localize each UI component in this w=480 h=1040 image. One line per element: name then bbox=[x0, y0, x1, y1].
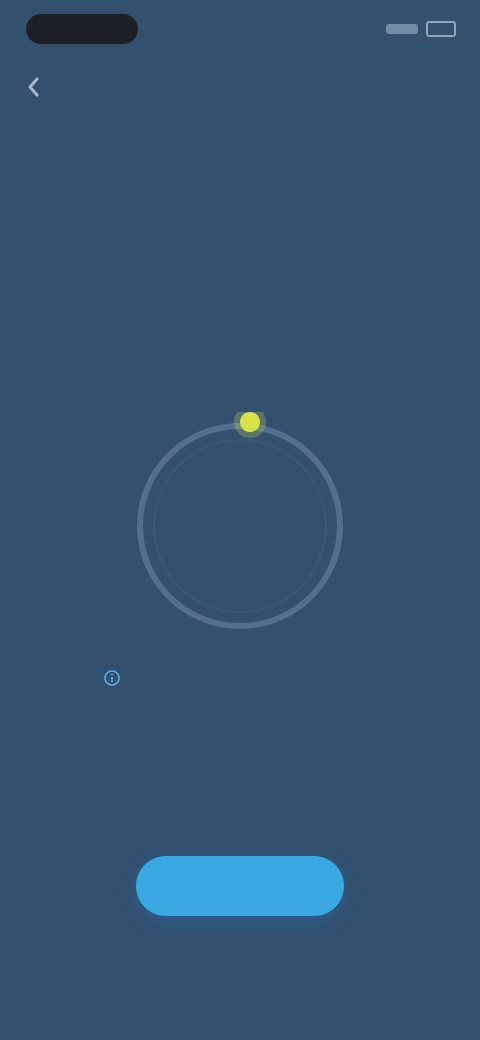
chevron-left-icon bbox=[28, 77, 39, 97]
battery-icon bbox=[426, 21, 456, 37]
status-indicators bbox=[346, 18, 456, 40]
signal-icon bbox=[386, 24, 418, 34]
back-button[interactable] bbox=[18, 72, 48, 102]
info-link[interactable] bbox=[104, 664, 378, 692]
gauge-indicator-dot bbox=[234, 412, 266, 438]
status-time-pill bbox=[26, 14, 138, 44]
primary-button[interactable] bbox=[136, 856, 344, 916]
info-icon bbox=[104, 670, 120, 686]
app-screen bbox=[0, 0, 480, 1040]
progress-gauge bbox=[126, 412, 354, 640]
